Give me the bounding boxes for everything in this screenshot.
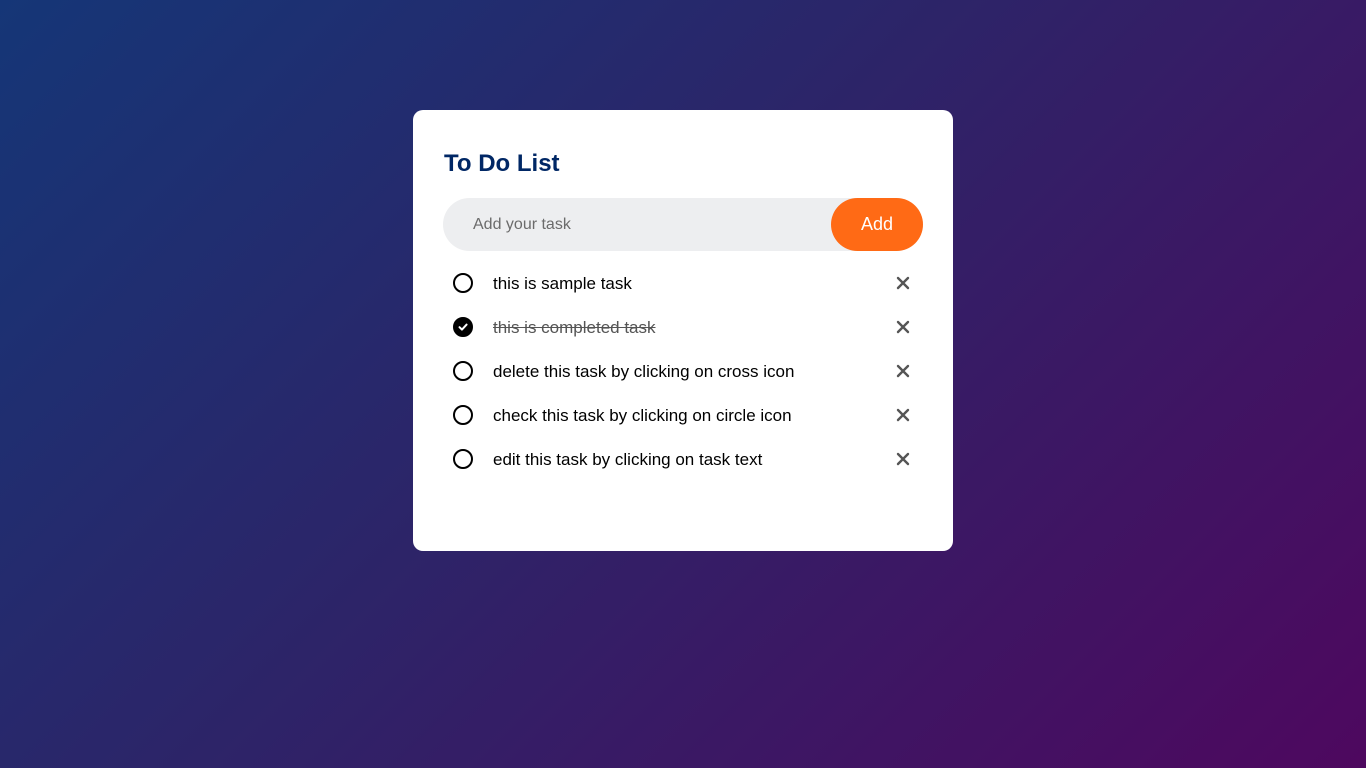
task-input[interactable] [443, 198, 831, 251]
circle-icon[interactable] [453, 273, 473, 293]
task-item[interactable]: delete this task by clicking on cross ic… [443, 349, 923, 393]
task-text[interactable]: edit this task by clicking on task text [493, 450, 762, 470]
circle-icon[interactable] [453, 405, 473, 425]
task-text[interactable]: this is completed task [493, 318, 656, 338]
task-list: this is sample task this is completed ta… [443, 261, 923, 481]
todo-app-card: To Do List Add this is sample task this … [413, 110, 953, 551]
close-icon[interactable] [895, 363, 911, 379]
check-circle-icon[interactable] [453, 317, 473, 337]
task-item[interactable]: check this task by clicking on circle ic… [443, 393, 923, 437]
task-item[interactable]: edit this task by clicking on task text [443, 437, 923, 481]
app-title: To Do List [444, 150, 560, 177]
close-icon[interactable] [895, 407, 911, 423]
task-text[interactable]: delete this task by clicking on cross ic… [493, 362, 794, 382]
circle-icon[interactable] [453, 361, 473, 381]
close-icon[interactable] [895, 275, 911, 291]
task-item[interactable]: this is sample task [443, 261, 923, 305]
close-icon[interactable] [895, 451, 911, 467]
add-button[interactable]: Add [831, 198, 923, 251]
task-item[interactable]: this is completed task [443, 305, 923, 349]
close-icon[interactable] [895, 319, 911, 335]
task-text[interactable]: this is sample task [493, 274, 632, 294]
add-task-row: Add [443, 198, 923, 251]
circle-icon[interactable] [453, 449, 473, 469]
task-text[interactable]: check this task by clicking on circle ic… [493, 406, 792, 426]
